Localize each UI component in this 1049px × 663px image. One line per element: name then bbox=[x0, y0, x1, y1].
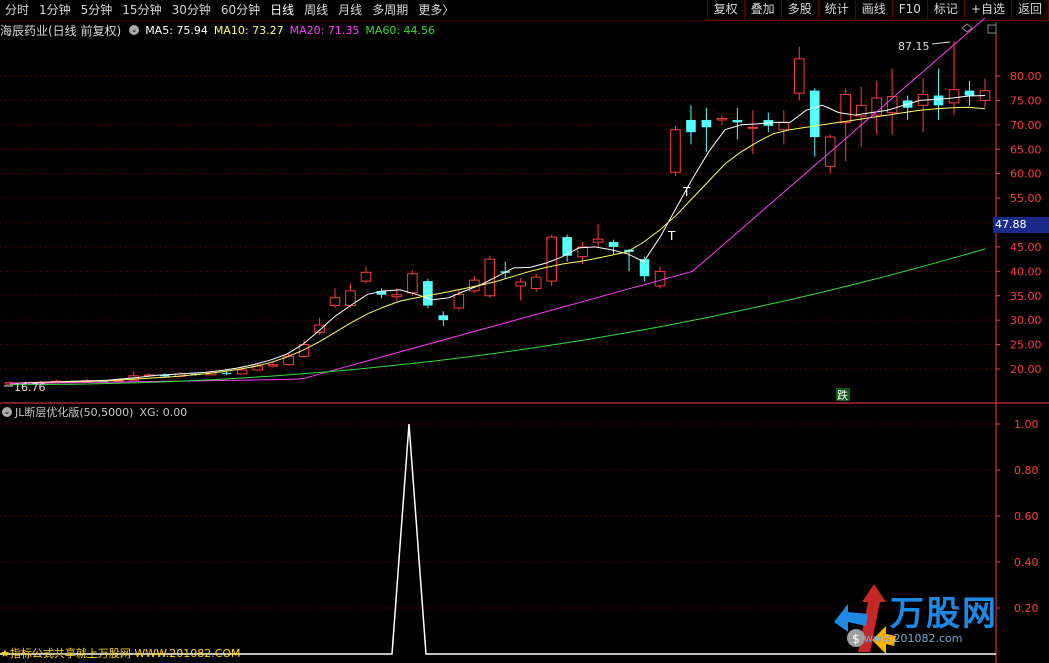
price-axis-label: 70.00 bbox=[1010, 119, 1042, 132]
candle-body bbox=[639, 259, 650, 277]
candle-body bbox=[515, 281, 527, 287]
max-price-label: 87.15 bbox=[898, 40, 930, 53]
indicator-axis-label: 0.80 bbox=[1014, 464, 1039, 477]
price-axis-label: 65.00 bbox=[1010, 143, 1042, 156]
current-price-tag: 47.88 bbox=[993, 217, 1049, 233]
indicator-title: JL断层优化版(50,5000) bbox=[15, 406, 134, 419]
min-price-label: 16.76 bbox=[14, 381, 46, 394]
candle-body bbox=[423, 281, 433, 306]
candle-body bbox=[654, 270, 666, 287]
kline-chart[interactable]: 80.0075.0070.0065.0060.0055.0050.0045.00… bbox=[0, 0, 1049, 663]
ma20-label: MA20: 71.35 bbox=[289, 23, 360, 37]
main-legend: 海辰药业(日线 前复权) ⌄ MA5: 75.94 MA10: 73.27 MA… bbox=[0, 22, 441, 38]
candle-body bbox=[732, 119, 743, 123]
candle-body bbox=[964, 90, 975, 96]
indicator-axis-label: 1.00 bbox=[1014, 418, 1039, 431]
candle-body bbox=[453, 293, 465, 309]
candle-body bbox=[407, 273, 418, 294]
candle-body bbox=[948, 89, 960, 104]
svg-text:$: $ bbox=[852, 632, 860, 646]
candle-body bbox=[438, 315, 449, 321]
panel-resize-icon bbox=[987, 24, 997, 34]
candle-body bbox=[484, 258, 496, 297]
candle-body bbox=[360, 271, 372, 282]
price-axis-label: 25.00 bbox=[1010, 339, 1042, 352]
ma60-line bbox=[10, 248, 986, 386]
candle-body bbox=[716, 117, 728, 121]
candle-body bbox=[933, 95, 944, 106]
indicator-legend: ⌄ JL断层优化版(50,5000) XG: 0.00 bbox=[0, 405, 187, 419]
candle-body bbox=[608, 242, 619, 247]
candle-body bbox=[298, 344, 310, 357]
price-axis-label: 20.00 bbox=[1010, 363, 1042, 376]
ma5-label: MA5: 75.94 bbox=[145, 23, 208, 37]
ma10-line bbox=[9, 106, 986, 385]
t-marker: T bbox=[667, 229, 676, 243]
candle-body bbox=[329, 297, 341, 307]
candle-body bbox=[592, 238, 604, 243]
footer-text: 指标公式共享就上万股网 WWW.201082.COM bbox=[9, 647, 241, 660]
arrow-logo-icon: $ bbox=[834, 584, 896, 654]
brand-watermark: $ 万股网 www.201082.com bbox=[828, 582, 1028, 660]
candle-body bbox=[809, 90, 820, 138]
indicator-axis-label: 0.40 bbox=[1014, 556, 1039, 569]
ma5-line bbox=[9, 95, 986, 385]
candle-body bbox=[793, 58, 805, 94]
price-axis-label: 80.00 bbox=[1010, 70, 1042, 83]
stock-title: 海辰药业(日线 前复权) bbox=[0, 23, 122, 38]
candle-body bbox=[670, 129, 681, 173]
candle-body bbox=[747, 126, 759, 129]
drop-marker: 跌 bbox=[837, 388, 848, 402]
ma20-line bbox=[9, 17, 986, 385]
candle-body bbox=[530, 276, 542, 289]
candle-body bbox=[577, 246, 588, 258]
ma10-label: MA10: 73.27 bbox=[213, 23, 284, 37]
candle-body bbox=[778, 121, 790, 131]
price-axis-label: 35.00 bbox=[1010, 290, 1042, 303]
footer-credit: ★指标公式共享就上万股网 WWW.201082.COM bbox=[0, 647, 241, 660]
candle-body bbox=[267, 364, 279, 367]
indicator-settings-icon[interactable]: ⌄ bbox=[2, 407, 12, 417]
indicator-value: XG: 0.00 bbox=[139, 405, 188, 419]
brand-url: www.201082.com bbox=[864, 632, 963, 645]
candle-body bbox=[314, 324, 325, 333]
brand-logo-text: 万股网 bbox=[890, 594, 998, 634]
candle-body bbox=[391, 294, 403, 298]
candle-body bbox=[221, 372, 232, 374]
price-axis-label: 60.00 bbox=[1010, 168, 1042, 181]
candle-body bbox=[840, 94, 852, 123]
candle-body bbox=[686, 119, 696, 133]
price-axis-label: 45.00 bbox=[1010, 241, 1042, 254]
candle-body bbox=[701, 119, 712, 128]
candle-body bbox=[236, 369, 248, 375]
max-price-pointer bbox=[931, 41, 951, 45]
price-axis-label: 30.00 bbox=[1010, 314, 1042, 327]
price-axis-label: 40.00 bbox=[1010, 265, 1042, 278]
t-marker: T bbox=[682, 185, 691, 199]
indicator-axis-label: 0.60 bbox=[1014, 510, 1039, 523]
settings-circle-icon[interactable]: ⌄ bbox=[129, 25, 140, 35]
ma60-label: MA60: 44.56 bbox=[365, 23, 436, 37]
price-axis-label: 55.00 bbox=[1010, 192, 1042, 205]
price-axis-label: 75.00 bbox=[1010, 94, 1042, 107]
